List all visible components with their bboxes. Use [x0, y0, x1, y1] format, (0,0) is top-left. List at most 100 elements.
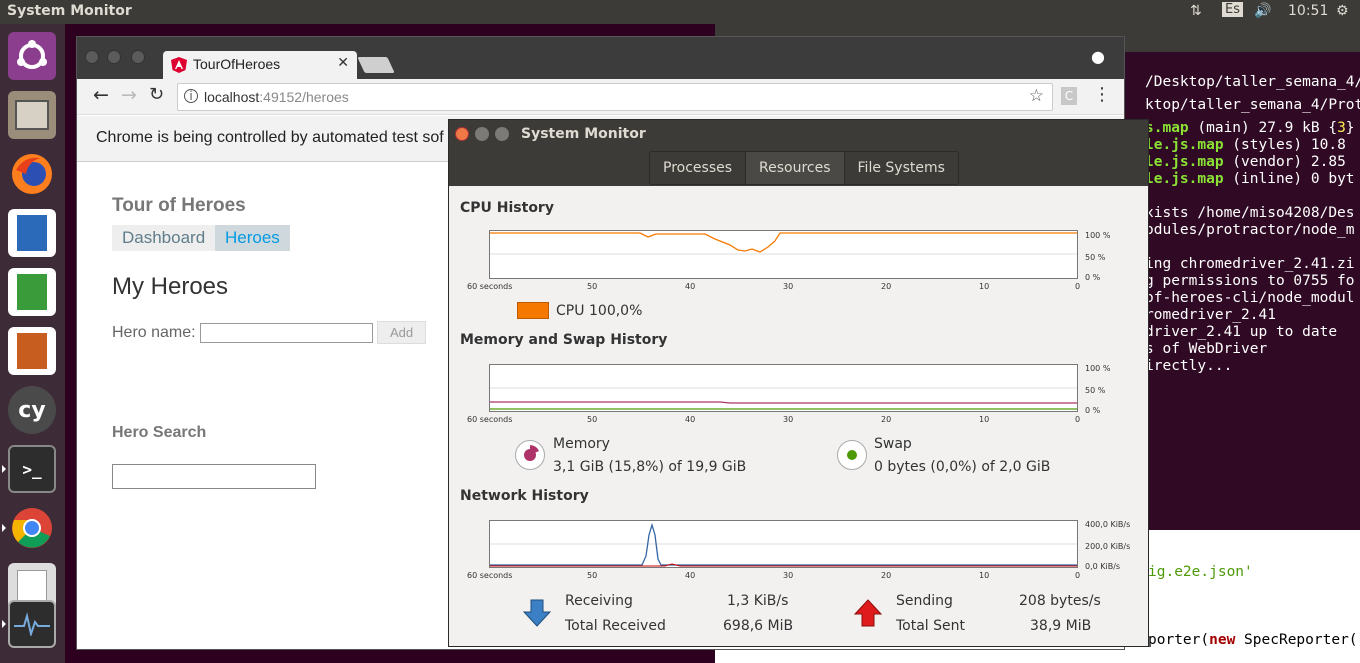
sending-value: 208 bytes/s	[1019, 593, 1101, 609]
terminal-line: irectly...	[1145, 358, 1233, 374]
forward-icon[interactable]: →	[121, 84, 137, 106]
receiving-label: Receiving	[565, 593, 633, 609]
running-indicator	[2, 620, 6, 628]
menu-icon[interactable]: ⋮	[1093, 84, 1111, 105]
terminal-line: le.js.map (styles) 10.8	[1145, 137, 1346, 153]
hero-search-input[interactable]	[112, 464, 316, 489]
libreoffice-impress-icon[interactable]	[8, 327, 56, 375]
terminal-line: of-heroes-cli/node_modul	[1145, 290, 1355, 306]
minimize-window-button[interactable]	[107, 50, 121, 64]
sysmon-tabs: Processes Resources File Systems	[649, 151, 959, 185]
minimize-window-button[interactable]	[475, 127, 489, 141]
volume-icon[interactable]: 🔊	[1254, 3, 1271, 19]
launcher: cy >_	[0, 24, 65, 663]
x-tick: 0	[1075, 415, 1081, 424]
terminal-line: s of WebDriver	[1145, 341, 1268, 357]
maximize-window-button[interactable]	[131, 50, 145, 64]
bookmark-star-icon[interactable]: ☆	[1029, 86, 1044, 106]
x-tick: 60 seconds	[467, 571, 513, 580]
total-sent-value: 38,9 MiB	[1030, 618, 1092, 634]
files-icon[interactable]	[8, 91, 56, 139]
toolbar: ← → ↻ i localhost:49152/heroes ☆ C ⋮	[77, 79, 1124, 115]
hero-name-input[interactable]	[200, 323, 373, 343]
tab-title: TourOfHeroes	[193, 56, 281, 72]
memory-history-heading: Memory and Swap History	[460, 332, 668, 348]
settings-gear-icon[interactable]: ⚙	[1336, 3, 1349, 19]
terminal-line: g permissions to 0755 fo	[1145, 273, 1355, 289]
cpu-legend-value: 100,0%	[589, 303, 643, 319]
x-tick: 20	[881, 415, 892, 424]
maximize-window-button[interactable]	[495, 127, 509, 141]
close-tab-icon[interactable]: ✕	[337, 55, 349, 71]
new-tab-button[interactable]	[357, 57, 395, 73]
extension-icon[interactable]: C	[1061, 87, 1077, 105]
x-tick: 30	[783, 571, 794, 580]
window-title: System Monitor	[521, 126, 646, 142]
memory-pie-icon[interactable]	[515, 440, 545, 470]
nav-heroes[interactable]: Heroes	[215, 225, 290, 251]
libreoffice-calc-icon[interactable]	[8, 268, 56, 316]
cypress-icon[interactable]: cy	[8, 386, 56, 434]
x-tick: 10	[979, 282, 990, 291]
ubuntu-dash-icon[interactable]	[8, 32, 56, 80]
address-bar[interactable]: i localhost:49152/heroes ☆	[177, 83, 1053, 111]
swap-pie-icon[interactable]	[837, 440, 867, 470]
y-tick: 0 %	[1085, 273, 1101, 282]
close-window-button[interactable]	[85, 50, 99, 64]
reload-icon[interactable]: ↻	[149, 84, 164, 105]
total-sent-label: Total Sent	[896, 618, 966, 634]
back-icon[interactable]: ←	[93, 84, 109, 106]
editor-line: porter(new SpecReporter(	[1148, 632, 1358, 648]
system-monitor-icon[interactable]	[8, 600, 56, 648]
receiving-value: 1,3 KiB/s	[727, 593, 789, 609]
browser-tab[interactable]: TourOfHeroes ✕	[163, 51, 357, 79]
app-title: Tour of Heroes	[112, 195, 246, 216]
close-window-button[interactable]	[455, 127, 469, 141]
tab-resources[interactable]: Resources	[746, 152, 845, 184]
x-tick: 50	[587, 571, 598, 580]
x-tick: 40	[685, 571, 696, 580]
chrome-icon[interactable]	[8, 504, 56, 552]
editor-line: ig.e2e.json'	[1148, 564, 1253, 580]
search-heading: Hero Search	[112, 424, 207, 441]
terminal-icon[interactable]: >_	[8, 445, 56, 493]
profile-icon[interactable]: ●	[1091, 47, 1105, 66]
firefox-icon[interactable]	[8, 150, 56, 198]
keyboard-layout-indicator[interactable]: Es	[1222, 2, 1243, 17]
tab-processes[interactable]: Processes	[650, 152, 747, 184]
y-tick: 100 %	[1085, 364, 1111, 373]
nav-dashboard[interactable]: Dashboard	[112, 225, 216, 251]
add-button[interactable]: Add	[377, 321, 427, 344]
x-tick: 60 seconds	[467, 282, 513, 291]
chrome-tab-strip: TourOfHeroes ✕ ●	[77, 37, 1124, 79]
total-received-value: 698,6 MiB	[723, 618, 794, 634]
url: localhost:49152/heroes	[204, 89, 349, 105]
terminal-output: /Desktop/taller_semana_4/Prot ktop/taller…	[1145, 74, 1360, 375]
cpu-color-swatch[interactable]	[517, 302, 549, 319]
cpu-graph	[489, 230, 1078, 279]
sending-arrow-icon[interactable]	[853, 598, 883, 628]
active-app-title: System Monitor	[7, 3, 132, 19]
libreoffice-writer-icon[interactable]	[8, 209, 56, 257]
terminal-line: xists /home/miso4208/Des	[1145, 205, 1355, 221]
terminal-line: le.js.map (inline) 0 byt	[1145, 171, 1355, 187]
sending-label: Sending	[896, 593, 953, 609]
receiving-arrow-icon[interactable]	[522, 598, 552, 628]
network-arrows-icon[interactable]: ⇅	[1190, 3, 1202, 19]
system-monitor-window: System Monitor Processes Resources File …	[448, 119, 1149, 647]
y-tick: 0,0 KiB/s	[1085, 562, 1121, 571]
terminal-line: romedriver_2.41	[1145, 307, 1276, 323]
terminal-line: odules/protractor/node_m	[1145, 222, 1355, 238]
terminal-line: /Desktop/taller_semana_4/Prot	[1145, 74, 1360, 90]
tab-file-systems[interactable]: File Systems	[844, 152, 958, 184]
info-icon[interactable]: i	[184, 89, 198, 103]
swap-value: 0 bytes (0,0%) of 2,0 GiB	[874, 459, 1051, 475]
page-heading: My Heroes	[112, 273, 229, 300]
memory-label: Memory	[553, 436, 610, 452]
angular-icon	[171, 57, 187, 73]
terminal-line: driver_2.41 up to date	[1145, 324, 1338, 340]
editor-content: ig.e2e.json' porter(new SpecReporter(	[1148, 530, 1358, 663]
terminal-line: ing chromedriver_2.41.zi	[1145, 256, 1355, 272]
clock[interactable]: 10:51	[1288, 3, 1328, 19]
